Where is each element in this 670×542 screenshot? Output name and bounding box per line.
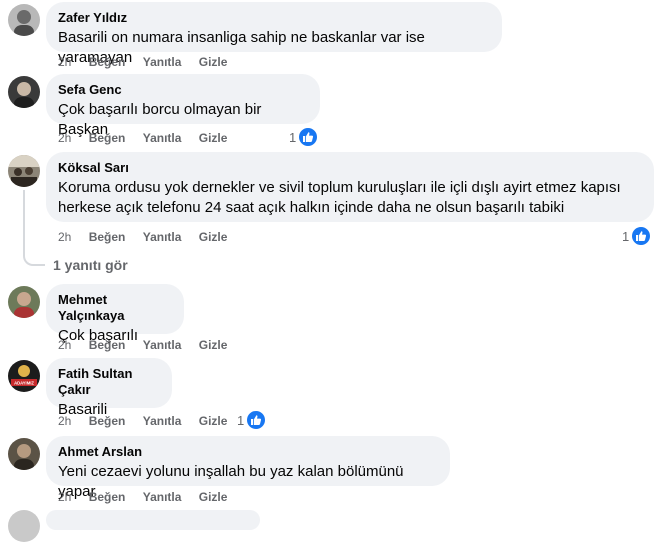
hide-button[interactable]: Gizle (199, 413, 228, 429)
reaction-count[interactable]: 1 (289, 127, 319, 147)
comment-text: Koruma ordusu yok dernekler ve sivil top… (58, 179, 621, 216)
avatar[interactable] (8, 286, 40, 318)
thumbs-up-icon (298, 127, 319, 147)
thread-connector (23, 244, 45, 266)
comment-time[interactable]: 2h (58, 229, 71, 245)
view-replies-link[interactable]: 1 yanıtı gör (53, 256, 128, 274)
like-button[interactable]: Beğen (89, 54, 126, 70)
comment-time[interactable]: 2h (58, 489, 71, 505)
thumbs-up-icon (631, 226, 652, 246)
comment-author[interactable]: Köksal Sarı (58, 160, 642, 176)
reply-button[interactable]: Yanıtla (143, 489, 182, 505)
avatar[interactable] (8, 438, 40, 470)
comment-time[interactable]: 2h (58, 337, 71, 353)
like-button[interactable]: Beğen (89, 337, 126, 353)
reply-button[interactable]: Yanıtla (143, 130, 182, 146)
hide-button[interactable]: Gizle (199, 337, 228, 353)
reply-button[interactable]: Yanıtla (143, 413, 182, 429)
comment-bubble: Sefa Genc Çok başarılı borcu olmayan bir… (46, 74, 320, 138)
avatar[interactable] (8, 510, 40, 542)
comment-author[interactable]: Ahmet Arslan (58, 444, 438, 460)
like-button[interactable]: Beğen (89, 130, 126, 146)
comment-actions: 2h Beğen Yanıtla Gizle (58, 130, 241, 146)
like-button[interactable]: Beğen (89, 413, 126, 429)
thumbs-up-icon (246, 410, 267, 430)
comment-actions: 2h Beğen Yanıtla Gizle (58, 337, 241, 353)
comment-bubble: Zafer Yıldız Basarili on numara insanlig… (46, 2, 502, 66)
avatar[interactable] (8, 155, 40, 187)
like-button[interactable]: Beğen (89, 229, 126, 245)
hide-button[interactable]: Gizle (199, 130, 228, 146)
comment-time[interactable]: 2h (58, 130, 71, 146)
comment-author[interactable]: Zafer Yıldız (58, 10, 490, 26)
like-button[interactable]: Beğen (89, 489, 126, 505)
hide-button[interactable]: Gizle (199, 229, 228, 245)
reaction-count[interactable]: 1 (622, 226, 652, 246)
reaction-number: 1 (237, 412, 245, 428)
svg-text:ADAYIMIZ: ADAYIMIZ (14, 381, 34, 386)
comment-actions: 2h Beğen Yanıtla Gizle (58, 413, 241, 429)
comment-bubble (46, 510, 260, 530)
reply-button[interactable]: Yanıtla (143, 54, 182, 70)
reaction-count[interactable]: 1 (237, 410, 267, 430)
comment-actions: 2h Beğen Yanıtla Gizle (58, 229, 241, 245)
reply-button[interactable]: Yanıtla (143, 229, 182, 245)
avatar[interactable] (8, 76, 40, 108)
comment-bubble: Fatih Sultan Çakır Basarili (46, 358, 172, 418)
comment-author[interactable]: Sefa Genc (58, 82, 308, 98)
hide-button[interactable]: Gizle (199, 54, 228, 70)
comment-actions: 2h Beğen Yanıtla Gizle (58, 489, 241, 505)
comment-bubble: Köksal Sarı Koruma ordusu yok dernekler … (46, 152, 654, 222)
avatar[interactable]: ADAYIMIZ (8, 360, 40, 392)
avatar[interactable] (8, 4, 40, 36)
comment-time[interactable]: 2h (58, 413, 71, 429)
reply-button[interactable]: Yanıtla (143, 337, 182, 353)
comment-bubble: Mehmet Yalçınkaya Çok başarılı (46, 284, 184, 344)
reaction-number: 1 (289, 129, 297, 145)
hide-button[interactable]: Gizle (199, 489, 228, 505)
comment-author[interactable]: Mehmet Yalçınkaya (58, 292, 172, 324)
comment-actions: 2h Beğen Yanıtla Gizle (58, 54, 241, 70)
thread-line (23, 190, 25, 252)
comment-time[interactable]: 2h (58, 54, 71, 70)
comment-author[interactable]: Fatih Sultan Çakır (58, 366, 160, 398)
reaction-number: 1 (622, 228, 630, 244)
comment-bubble: Ahmet Arslan Yeni cezaevi yolunu inşalla… (46, 436, 450, 500)
